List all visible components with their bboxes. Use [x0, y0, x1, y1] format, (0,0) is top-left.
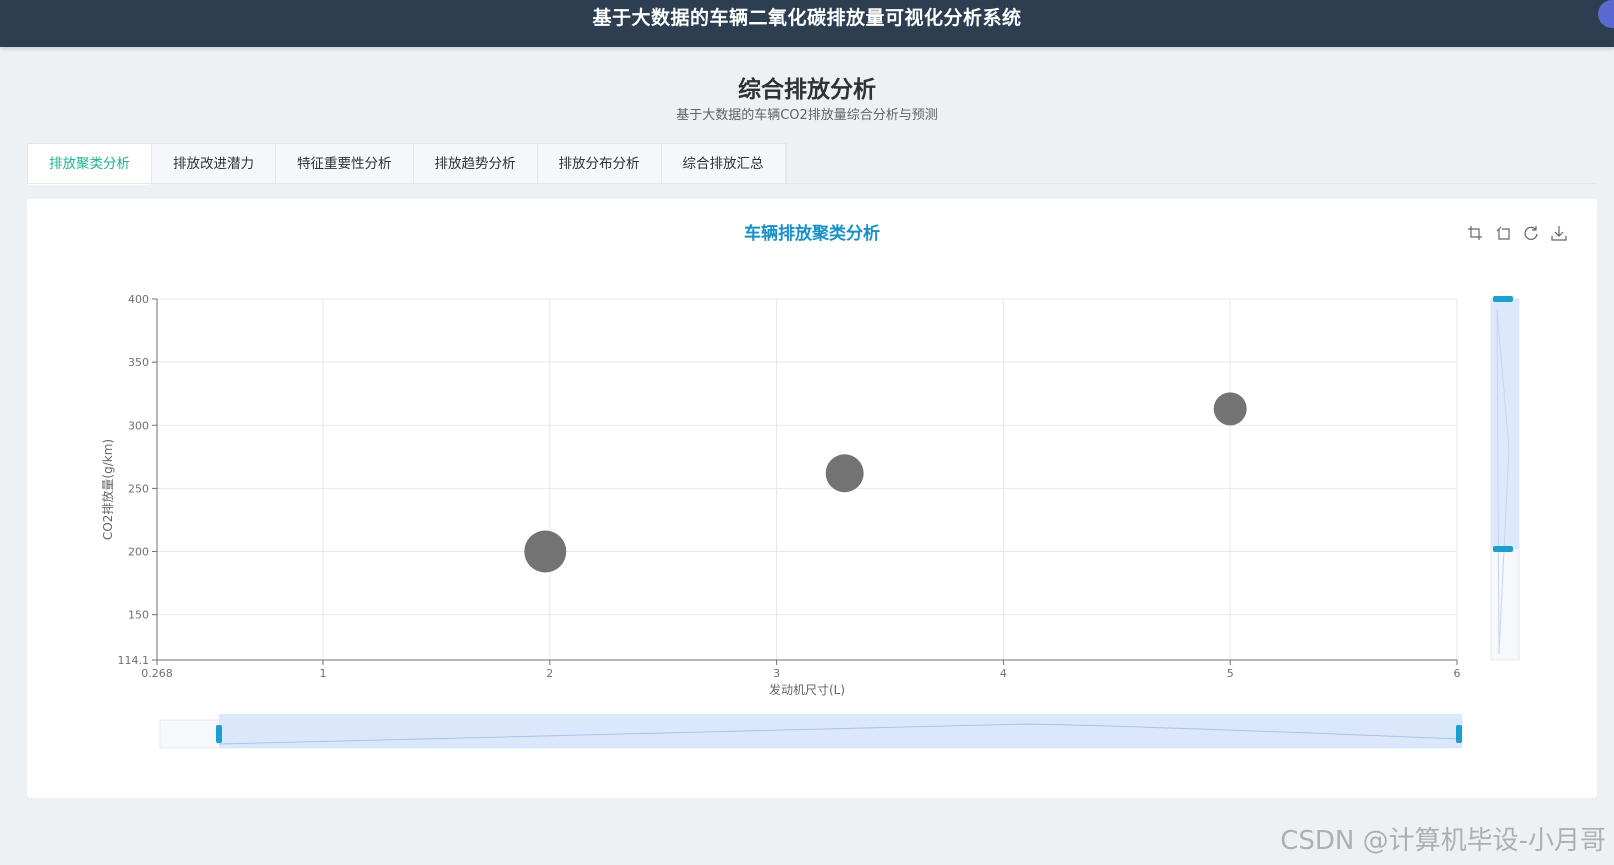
tab-emission-distribution[interactable]: 排放分布分析 — [538, 144, 662, 184]
tab-emission-summary[interactable]: 综合排放汇总 — [662, 144, 786, 184]
y-tick-label: 150 — [128, 609, 149, 622]
y-tick-label: 350 — [128, 356, 149, 369]
y-tick-label: 200 — [128, 546, 149, 559]
page-subtitle: 基于大数据的车辆CO2排放量综合分析与预测 — [676, 108, 938, 123]
y-axis-label: CO2排放量(g/km) — [100, 439, 115, 540]
x-tick-label: 1 — [320, 667, 327, 680]
y-datazoom-slider[interactable] — [1490, 296, 1520, 661]
x-tick-label: 3 — [773, 667, 780, 680]
x-tick-label: 4 — [1000, 667, 1007, 680]
scatter-chart: 0.268 1 2 3 4 5 6 114.1 150 200 250 300 350 400 发动机尺寸… — [100, 293, 1520, 749]
x-zoom-handle-right[interactable] — [1456, 725, 1462, 743]
x-tick-label: 5 — [1227, 667, 1234, 680]
x-tick-label: 0.268 — [141, 667, 173, 680]
x-axis-label: 发动机尺寸(L) — [769, 682, 845, 697]
tab-feature-importance[interactable]: 特征重要性分析 — [276, 144, 414, 184]
y-tick-label: 400 — [128, 293, 149, 306]
tab-improvement-potential[interactable]: 排放改进潜力 — [152, 144, 276, 184]
x-datazoom-slider[interactable] — [159, 714, 1463, 749]
app-header: 基于大数据的车辆二氧化碳排放量可视化分析系统 — [0, 0, 1614, 47]
x-zoom-handle-left[interactable] — [216, 725, 222, 743]
y-tick-label: 300 — [128, 419, 149, 432]
tabs-divider — [27, 183, 1597, 184]
chart-card: 车辆排放聚类分析 0.268 1 2 3 4 5 6 114.1 150 200 250 300 350… — [27, 199, 1597, 798]
y-tick-label: 114.1 — [118, 654, 150, 667]
scatter-point[interactable] — [524, 530, 567, 573]
analysis-tabs: 排放聚类分析 排放改进潜力 特征重要性分析 排放趋势分析 排放分布分析 综合排放… — [27, 143, 787, 185]
tab-emission-trend[interactable]: 排放趋势分析 — [414, 144, 538, 184]
scatter-point[interactable] — [1213, 392, 1247, 426]
page-title: 综合排放分析 — [738, 77, 876, 103]
tab-cluster-analysis[interactable]: 排放聚类分析 — [28, 144, 152, 185]
scatter-point[interactable] — [825, 454, 864, 493]
y-tick-label: 250 — [128, 482, 149, 495]
y-zoom-handle-top[interactable] — [1493, 296, 1513, 302]
watermark: CSDN @计算机毕设-小月哥 — [1280, 826, 1606, 856]
y-zoom-handle-bottom[interactable] — [1493, 546, 1513, 552]
app-title: 基于大数据的车辆二氧化碳排放量可视化分析系统 — [592, 7, 1022, 29]
x-tick-label: 2 — [546, 667, 553, 680]
x-tick-label: 6 — [1454, 667, 1461, 680]
